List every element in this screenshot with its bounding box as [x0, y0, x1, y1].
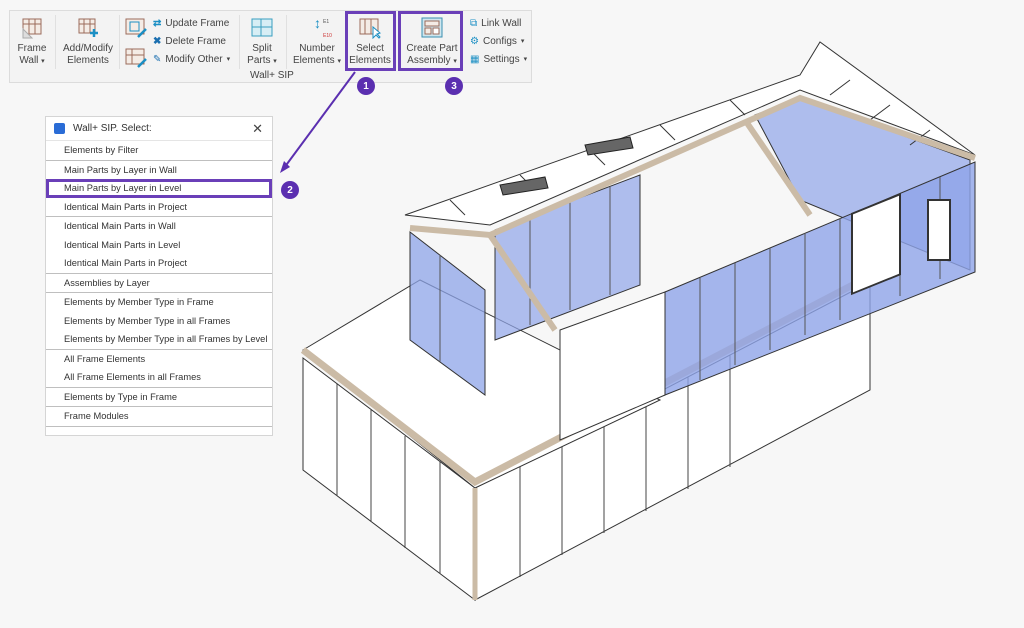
window-small	[927, 199, 951, 261]
menu-item[interactable]: Elements by Member Type in Frame	[46, 293, 272, 312]
menu-item[interactable]: Identical Main Parts in Project	[46, 254, 272, 273]
menu-item[interactable]: Frame Modules	[46, 407, 272, 426]
menu-item[interactable]: Main Parts by Layer in Wall	[46, 161, 272, 180]
menu-item[interactable]: All Frame Elements in all Frames	[46, 368, 272, 387]
menu-item[interactable]: Main Parts by Layer in Level	[46, 179, 272, 198]
panel-app-icon	[54, 123, 65, 134]
menu-item[interactable]: Assemblies by Layer	[46, 274, 272, 293]
menu-group: Frame Modules	[46, 407, 272, 427]
panel-title: Wall+ SIP. Select:	[73, 123, 152, 134]
menu-item[interactable]: Elements by Member Type in all Frames by…	[46, 330, 272, 349]
house-3d-model[interactable]	[290, 35, 990, 610]
menu-item[interactable]: Elements by Filter	[46, 141, 272, 160]
menu-item[interactable]: Elements by Type in Frame	[46, 388, 272, 407]
menu-group: Main Parts by Layer in Wall Main Parts by…	[46, 161, 272, 217]
select-menu: Elements by Filter Main Parts by Layer in…	[46, 141, 272, 427]
menu-group: Elements by Filter	[46, 141, 272, 161]
menu-item[interactable]: Identical Main Parts in Level	[46, 236, 272, 255]
close-icon[interactable]: ✕	[252, 121, 263, 137]
menu-group: Elements by Type in Frame	[46, 388, 272, 407]
menu-item[interactable]: Elements by Member Type in all Frames	[46, 312, 272, 331]
panel-header: Wall+ SIP. Select: ✕	[46, 117, 272, 141]
menu-item[interactable]: Identical Main Parts in Wall	[46, 217, 272, 236]
menu-item[interactable]: Identical Main Parts in Project	[46, 198, 272, 217]
menu-group: All Frame Elements All Frame Elements in …	[46, 350, 272, 388]
menu-group: Assemblies by Layer	[46, 274, 272, 293]
menu-item[interactable]: All Frame Elements	[46, 350, 272, 369]
select-panel: Wall+ SIP. Select: ✕ Elements by Filter M…	[45, 116, 273, 436]
menu-group: Elements by Member Type in Frame Elements…	[46, 293, 272, 350]
menu-group: Identical Main Parts in Wall Identical Ma…	[46, 217, 272, 274]
